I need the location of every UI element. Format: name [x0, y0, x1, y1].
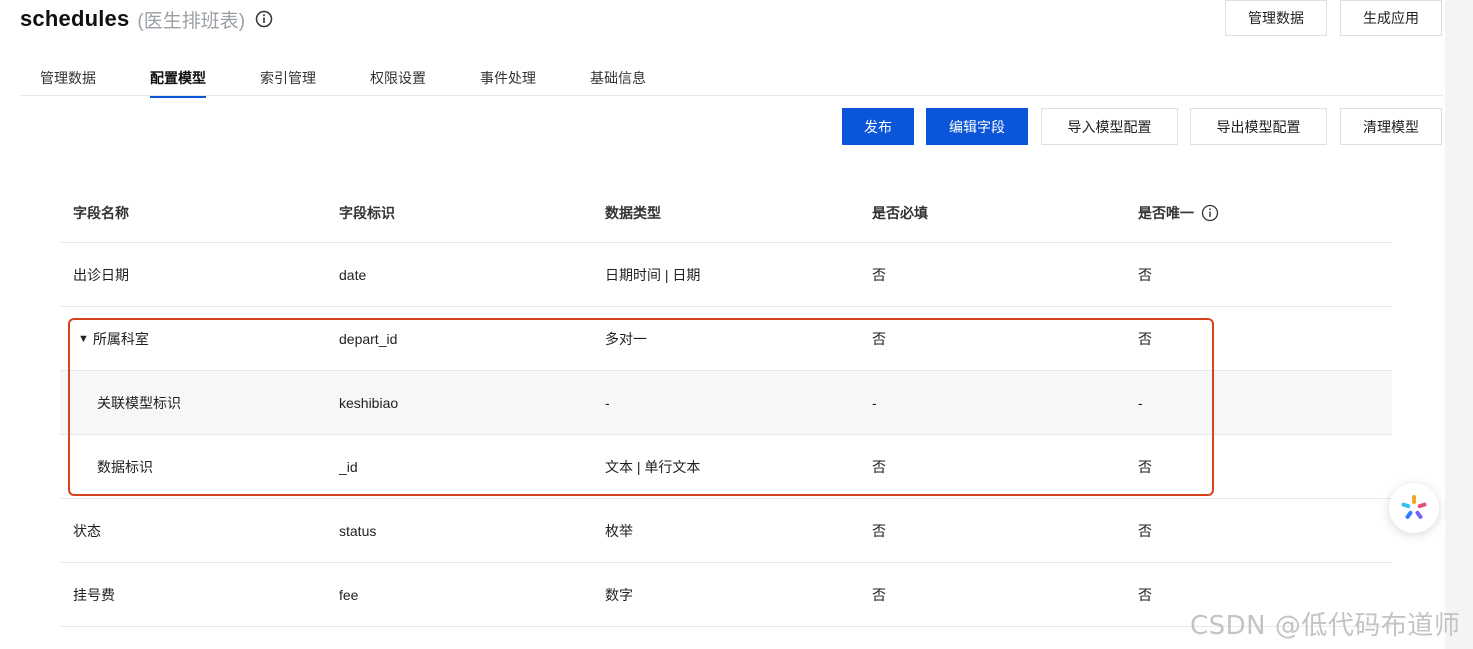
table-row[interactable]: ▼ 所属科室 depart_id 多对一 否 否 — [60, 307, 1392, 371]
field-type: 枚举 — [605, 522, 633, 539]
tab-event-handling[interactable]: 事件处理 — [480, 68, 536, 96]
tab-bar: 管理数据 配置模型 索引管理 权限设置 事件处理 基础信息 — [20, 60, 1443, 98]
page-title: schedules — [20, 6, 130, 31]
header-data-type: 数据类型 — [605, 204, 661, 221]
info-icon[interactable] — [255, 10, 273, 28]
clear-model-button[interactable]: 清理模型 — [1340, 108, 1442, 145]
field-type: - — [605, 394, 610, 411]
table-subrow[interactable]: 关联模型标识 keshibiao - - - — [60, 371, 1392, 435]
field-id: _id — [339, 458, 358, 475]
tab-permission-settings[interactable]: 权限设置 — [370, 68, 426, 96]
field-id: date — [339, 266, 367, 283]
table-row[interactable]: 出诊日期 date 日期时间 | 日期 否 否 — [60, 243, 1392, 307]
field-unique: 否 — [1138, 330, 1152, 347]
assistant-icon — [1401, 495, 1427, 519]
tab-index-management[interactable]: 索引管理 — [260, 68, 316, 96]
table-row[interactable]: 状态 status 枚举 否 否 — [60, 499, 1392, 563]
header-unique-label: 是否唯一 — [1138, 204, 1194, 221]
field-type: 多对一 — [605, 330, 647, 347]
generate-app-button[interactable]: 生成应用 — [1340, 0, 1442, 36]
field-unique: 否 — [1138, 266, 1152, 283]
field-required: 否 — [872, 330, 886, 347]
info-icon[interactable] — [1201, 204, 1219, 222]
field-type: 数字 — [605, 586, 633, 603]
field-name: 关联模型标识 — [97, 394, 181, 411]
caret-down-icon[interactable]: ▼ — [78, 333, 89, 345]
table-header-row: 字段名称 字段标识 数据类型 是否必填 是否唯一 — [60, 183, 1392, 243]
header-field-id: 字段标识 — [339, 204, 395, 221]
field-type: 文本 | 单行文本 — [605, 458, 701, 475]
field-unique: 否 — [1138, 522, 1152, 539]
field-id: depart_id — [339, 330, 398, 347]
field-unique: 否 — [1138, 586, 1152, 603]
fields-table: 字段名称 字段标识 数据类型 是否必填 是否唯一 出诊日期 date 日期时间 … — [60, 183, 1392, 627]
tab-config-model[interactable]: 配置模型 — [150, 68, 206, 98]
scrollbar[interactable] — [1445, 0, 1473, 649]
import-config-button[interactable]: 导入模型配置 — [1041, 108, 1178, 145]
assistant-widget[interactable] — [1389, 483, 1439, 533]
field-unique: 否 — [1138, 458, 1152, 475]
field-type: 日期时间 | 日期 — [605, 266, 701, 283]
field-unique: - — [1138, 394, 1143, 411]
field-name: 挂号费 — [73, 586, 115, 603]
export-config-button[interactable]: 导出模型配置 — [1190, 108, 1327, 145]
header-required: 是否必填 — [872, 204, 928, 221]
tab-basic-info[interactable]: 基础信息 — [590, 68, 646, 96]
tab-manage-data[interactable]: 管理数据 — [40, 68, 96, 96]
watermark: CSDN @低代码布道师 — [1190, 611, 1461, 641]
field-name: 出诊日期 — [73, 266, 129, 283]
field-name: 数据标识 — [97, 458, 153, 475]
field-required: 否 — [872, 522, 886, 539]
publish-button[interactable]: 发布 — [842, 108, 914, 145]
header-field-name: 字段名称 — [73, 204, 129, 221]
page-header: schedules (医生排班表) — [20, 4, 273, 34]
field-name: 所属科室 — [92, 330, 149, 347]
field-required: - — [872, 394, 877, 411]
field-required: 否 — [872, 586, 886, 603]
field-id: keshibiao — [339, 394, 399, 411]
field-required: 否 — [872, 458, 886, 475]
field-required: 否 — [872, 266, 886, 283]
field-id: fee — [339, 586, 359, 603]
field-name: 状态 — [73, 522, 101, 539]
edit-fields-button[interactable]: 编辑字段 — [926, 108, 1028, 145]
header-unique: 是否唯一 — [1138, 183, 1219, 242]
table-subrow[interactable]: 数据标识 _id 文本 | 单行文本 否 否 — [60, 435, 1392, 499]
manage-data-button[interactable]: 管理数据 — [1225, 0, 1327, 36]
field-id: status — [339, 522, 377, 539]
page-subtitle: (医生排班表) — [137, 10, 246, 32]
field-name-cell: ▼ 所属科室 — [78, 307, 149, 370]
